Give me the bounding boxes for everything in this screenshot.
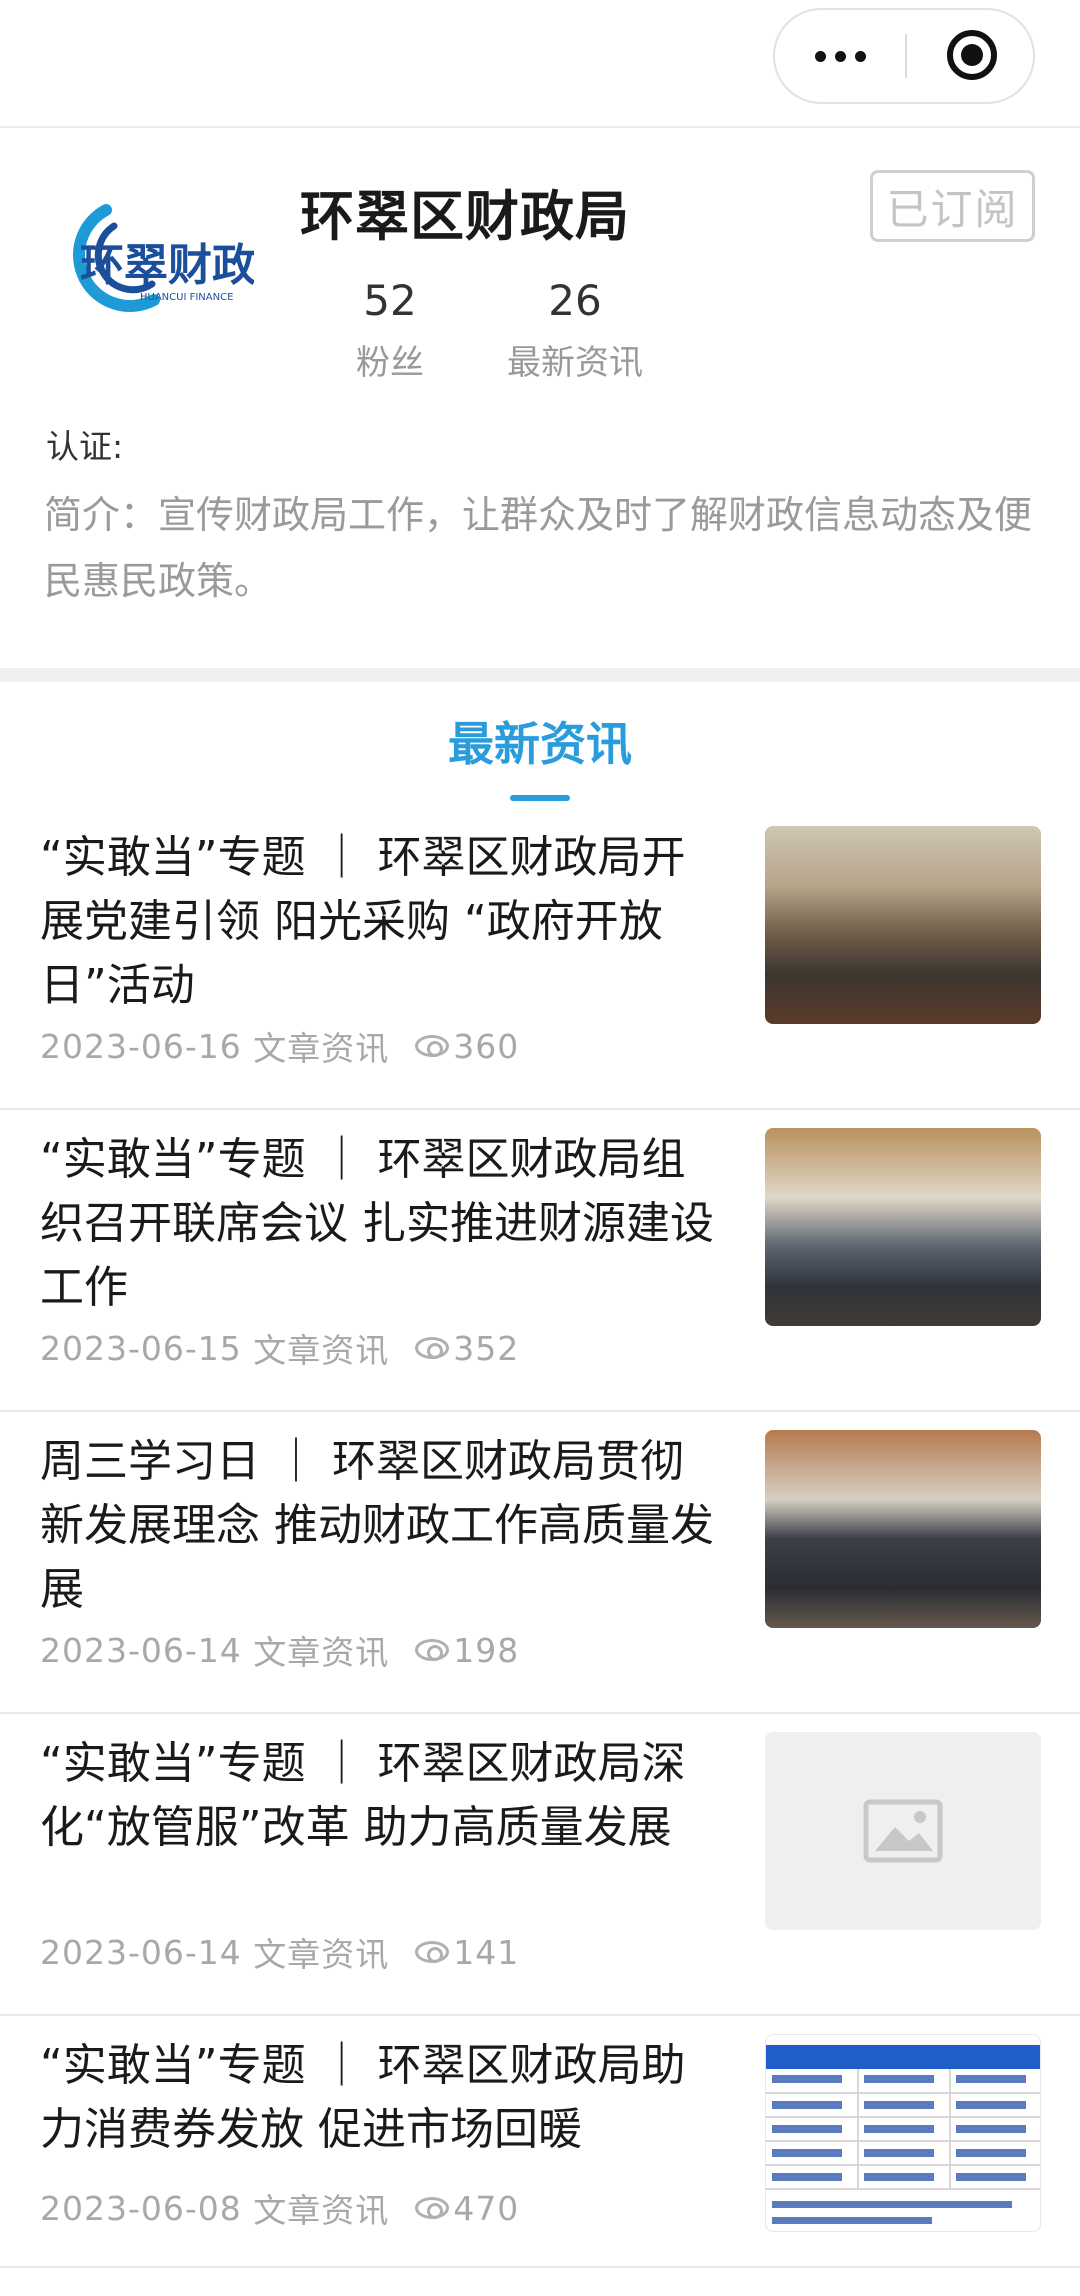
news-thumbnail [765,1430,1041,1628]
news-date: 2023-06-14 [40,1630,242,1670]
news-title: 周三学习日 ｜ 环翠区财政局贯彻新发展理念 推动财政工作高质量发展 [40,1436,714,1615]
section-title[interactable]: 最新资讯 [0,708,1080,774]
news-date: 2023-06-15 [40,1328,242,1368]
news-thumbnail [765,2034,1041,2232]
top-bar [0,0,1080,128]
news-thumbnail [765,1128,1041,1326]
document-table-icon [766,2045,1040,2224]
news-views: 141 [453,1932,520,1972]
news-date: 2023-06-16 [40,1026,242,1066]
news-views: 360 [453,1026,520,1066]
news-list: “实敢当”专题 ｜ 环翠区财政局开展党建引领 阳光采购 “政府开放日”活动 20… [0,808,1080,2268]
news-meta: 2023-06-15 文章资讯 352 [40,1324,519,1372]
news-views: 352 [453,1328,520,1368]
logo-subtext: HUANCUI FINANCE [140,292,233,303]
org-intro: 简介：宣传财政局工作，让群众及时了解财政信息动态及便民惠民政策。 [44,493,1033,603]
news-item[interactable]: 周三学习日 ｜ 环翠区财政局贯彻新发展理念 推动财政工作高质量发展 2023-0… [0,1412,1080,1714]
news-item[interactable]: “实敢当”专题 ｜ 环翠区财政局助力消费券发放 促进市场回暖 2023-06-0… [0,2016,1080,2268]
subscribed-button[interactable]: 已订阅 [870,170,1035,242]
stat-fans-count: 52 [363,276,417,325]
eye-icon [415,1337,450,1359]
news-item[interactable]: “实敢当”专题 ｜ 环翠区财政局深化“放管服”改革 助力高质量发展 2023-0… [0,1714,1080,2016]
news-thumbnail [765,826,1041,1024]
news-meta: 2023-06-16 文章资讯 360 [40,1022,519,1070]
news-category: 文章资讯 [253,1029,390,1068]
news-title: “实敢当”专题 ｜ 环翠区财政局深化“放管服”改革 助力高质量发展 [40,1738,686,1853]
capsule-divider [905,34,907,78]
eye-icon [415,1639,450,1661]
section-title-underline [510,795,570,801]
news-date: 2023-06-14 [40,1932,242,1972]
news-item[interactable]: “实敢当”专题 ｜ 环翠区财政局开展党建引领 阳光采购 “政府开放日”活动 20… [0,808,1080,1110]
news-meta: 2023-06-14 文章资讯 141 [40,1928,519,1976]
stat-fans-label: 粉丝 [356,343,424,383]
news-views: 470 [453,2188,520,2228]
eye-icon [415,1035,450,1057]
news-thumbnail [765,1732,1041,1930]
news-item[interactable]: “实敢当”专题 ｜ 环翠区财政局组织召开联席会议 扎实推进财源建设工作 2023… [0,1110,1080,1412]
eye-icon [415,1941,450,1963]
image-placeholder-icon [863,1799,943,1863]
close-target-icon[interactable] [947,30,997,80]
stat-fans[interactable]: 52 粉丝 [340,276,440,384]
news-meta: 2023-06-08 文章资讯 470 [40,2184,519,2232]
mini-program-capsule [773,8,1035,104]
news-title: “实敢当”专题 ｜ 环翠区财政局助力消费券发放 促进市场回暖 [40,2040,686,2155]
news-category: 文章资讯 [253,2191,390,2230]
section-divider [0,668,1080,682]
stat-news-label: 最新资讯 [507,343,643,383]
news-title: “实敢当”专题 ｜ 环翠区财政局开展党建引领 阳光采购 “政府开放日”活动 [40,832,686,1011]
org-logo: 环翠财政 HUANCUI FINANCE [73,204,254,312]
news-category: 文章资讯 [253,1633,390,1672]
org-profile: 环翠财政 HUANCUI FINANCE 环翠区财政局 已订阅 52 粉丝 26… [0,130,1080,668]
more-options-icon[interactable] [775,10,905,102]
news-views: 198 [453,1630,520,1670]
news-meta: 2023-06-14 文章资讯 198 [40,1626,519,1674]
news-date: 2023-06-08 [40,2188,242,2228]
news-category: 文章资讯 [253,1331,390,1370]
eye-icon [415,2197,450,2219]
certification-label: 认证: [46,427,124,466]
org-name: 环翠区财政局 [300,185,630,248]
stat-news-count: 26 [548,276,602,325]
news-category: 文章资讯 [253,1935,390,1974]
stat-news[interactable]: 26 最新资讯 [490,276,660,384]
logo-text: 环翠财政 [80,240,254,291]
news-title: “实敢当”专题 ｜ 环翠区财政局组织召开联席会议 扎实推进财源建设工作 [40,1134,714,1313]
